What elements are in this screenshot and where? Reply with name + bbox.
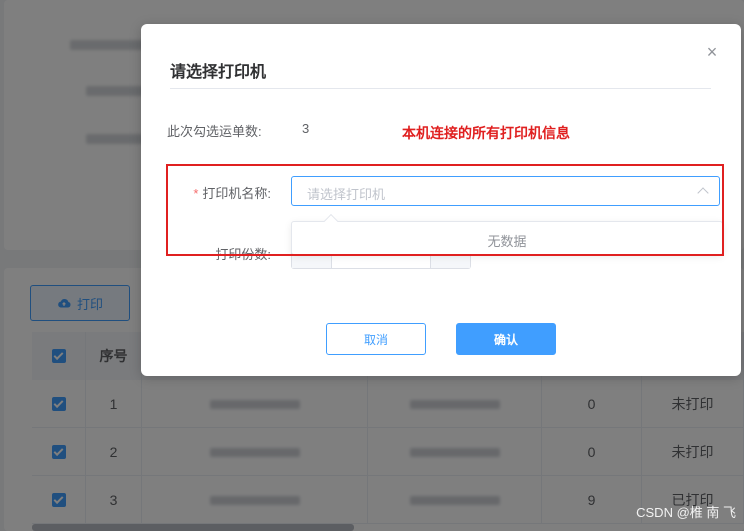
dialog-title: 请选择打印机 [170,64,267,81]
close-icon[interactable]: × [705,43,719,61]
watermark: CSDN @椎 南 飞 [636,505,736,520]
selected-count-label: 此次勾选运单数: [167,124,262,139]
cancel-button[interactable]: 取消 [326,323,426,355]
title-divider [170,88,711,89]
annotation-text: 本机连接的所有打印机信息 [402,125,570,141]
selected-count-value: 3 [302,121,310,136]
select-printer-dialog: 请选择打印机 × 此次勾选运单数: 3 本机连接的所有打印机信息 * 打印机名称:… [141,24,741,376]
annotation-highlight-box [166,164,724,256]
confirm-button[interactable]: 确认 [456,323,556,355]
